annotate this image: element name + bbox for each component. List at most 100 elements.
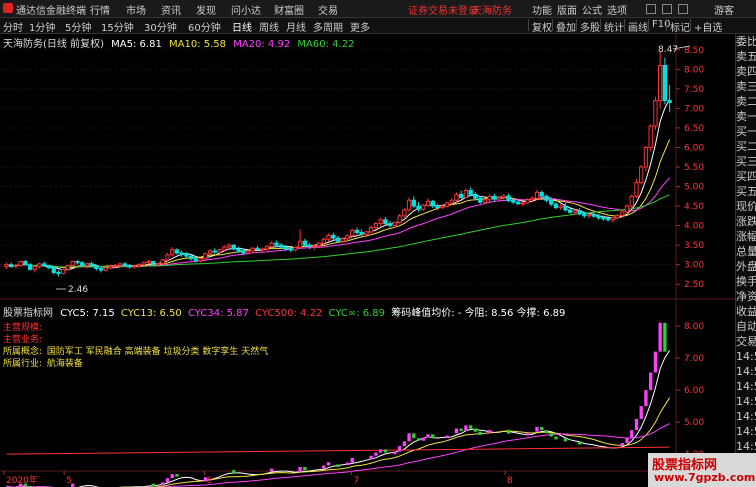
candle-up <box>657 64 663 102</box>
candle-down <box>184 254 189 257</box>
tool-adjust[interactable]: 复权 <box>528 19 555 34</box>
period-timeshare[interactable]: 分时 <box>3 19 23 34</box>
indicator-bar <box>630 430 634 439</box>
app-title: 通达信金融终端 <box>16 6 86 17</box>
candle-down <box>359 232 364 235</box>
candle-down <box>577 210 582 215</box>
period-more[interactable]: 更多 <box>350 19 370 34</box>
side-panel-item: 卖四 <box>736 65 756 78</box>
candle-down <box>89 263 94 267</box>
price-tick-label: 3.00 <box>684 261 704 271</box>
side-panel-item: 14:50 <box>736 410 756 423</box>
price-tick-label: 3.50 <box>684 241 704 251</box>
candle-down <box>80 262 85 266</box>
menu-formula[interactable]: 公式 <box>582 2 602 17</box>
candle-down <box>98 268 104 271</box>
period-monthly[interactable]: 月线 <box>286 19 306 34</box>
indicator-tick-label: 6.00 <box>684 386 704 396</box>
candle-down <box>27 264 33 270</box>
candle-down <box>591 214 596 217</box>
tool-stats[interactable]: 统计 <box>600 19 627 34</box>
stock-title: 天海防务(日线 前复权) <box>3 39 104 50</box>
candle-up <box>203 253 208 260</box>
candle-up <box>643 146 649 168</box>
login-warning[interactable]: 证券交易未登录 <box>408 2 478 17</box>
period-5min[interactable]: 5分钟 <box>65 19 91 34</box>
candle-up <box>653 100 658 127</box>
candle-up <box>639 166 644 184</box>
low-price-label: 2.46 <box>68 285 88 295</box>
candle-up <box>572 210 578 213</box>
tool-add-watchlist[interactable]: +自选 <box>690 19 725 34</box>
price-legend: 天海防务(日线 前复权) MA5: 6.81 MA10: 5.58 MA20: … <box>3 35 354 50</box>
menu-wealth[interactable]: 财富圈 <box>274 2 304 17</box>
candle-up <box>463 189 469 198</box>
indicator-tick-label: 5.00 <box>684 418 704 428</box>
candle-down <box>307 244 312 248</box>
cyc34-label: CYC34: 5.87 <box>187 308 249 319</box>
candle-down <box>459 193 464 198</box>
candle-down <box>539 191 544 197</box>
candle-up <box>350 229 355 237</box>
candle-down <box>468 189 473 195</box>
tool-multistock[interactable]: 多股 <box>576 19 603 34</box>
menu-discover[interactable]: 发现 <box>196 2 216 17</box>
candle-down <box>56 271 61 274</box>
candle-up <box>207 250 213 255</box>
period-weekly[interactable]: 周线 <box>259 19 279 34</box>
period-multi[interactable]: 多周期 <box>313 19 343 34</box>
side-panel-item: 卖一 <box>736 110 756 123</box>
indicator-bar <box>644 390 648 407</box>
close-icon[interactable] <box>678 4 688 14</box>
candle-up <box>615 214 620 219</box>
candle-down <box>435 205 440 209</box>
candle-up <box>260 248 265 251</box>
candle-up <box>113 264 118 267</box>
candle-up <box>421 204 426 210</box>
tool-mark[interactable]: 标记 <box>666 19 693 34</box>
candle-up <box>222 246 227 251</box>
ma60-label: MA60: 4.22 <box>297 39 355 50</box>
maximize-icon[interactable] <box>662 4 672 14</box>
candle-up <box>37 263 42 268</box>
side-panel-item: 14:50 <box>736 365 756 378</box>
menu-quotes[interactable]: 行情 <box>90 2 110 17</box>
price-tick-label: 8.00 <box>684 65 704 75</box>
period-30min[interactable]: 30分钟 <box>144 19 177 34</box>
kline-chart[interactable]: 8.50 8.00 7.50 7.00 6.50 6.00 5.50 5.00 4.50 4.00… <box>0 34 735 487</box>
period-daily[interactable]: 日线 <box>232 19 252 34</box>
menu-market[interactable]: 市场 <box>126 2 146 17</box>
indicator-bar <box>487 430 492 434</box>
candle-up <box>70 261 75 266</box>
indicator-bar <box>322 465 326 469</box>
menu-options[interactable]: 选项 <box>607 2 627 17</box>
user-label[interactable]: 游客 <box>714 2 734 17</box>
menu-trade[interactable]: 交易 <box>318 2 338 17</box>
menu-news[interactable]: 资讯 <box>161 2 181 17</box>
candle-down <box>174 249 180 254</box>
candle-up <box>245 250 251 254</box>
indicator-bar <box>407 433 411 442</box>
indicator-bar <box>658 322 662 352</box>
candle-up <box>269 242 274 248</box>
period-60min[interactable]: 60分钟 <box>188 19 221 34</box>
minimize-icon[interactable] <box>646 4 656 14</box>
indicator-bar <box>639 406 643 419</box>
side-panel-item: 外盘 <box>736 260 756 273</box>
side-panel-item: 14:50 <box>736 380 756 393</box>
menu-layout[interactable]: 版面 <box>557 2 577 17</box>
tool-draw[interactable]: 画线 <box>624 19 651 34</box>
indicator-bar <box>336 464 340 467</box>
indicator-name[interactable]: 股票指标网 <box>3 308 53 319</box>
candle-up <box>402 209 407 217</box>
menu-ask[interactable]: 问小达 <box>231 2 261 17</box>
candle-up <box>4 264 9 268</box>
ma5-label: MA5: 6.81 <box>111 39 162 50</box>
side-panel-item: 卖二 <box>736 95 756 108</box>
side-panel-item: 交易 <box>736 335 756 348</box>
menu-function[interactable]: 功能 <box>532 2 552 17</box>
period-1min[interactable]: 1分钟 <box>29 19 55 34</box>
tool-overlay[interactable]: 叠加 <box>552 19 579 34</box>
candle-up <box>425 200 431 206</box>
period-15min[interactable]: 15分钟 <box>101 19 134 34</box>
